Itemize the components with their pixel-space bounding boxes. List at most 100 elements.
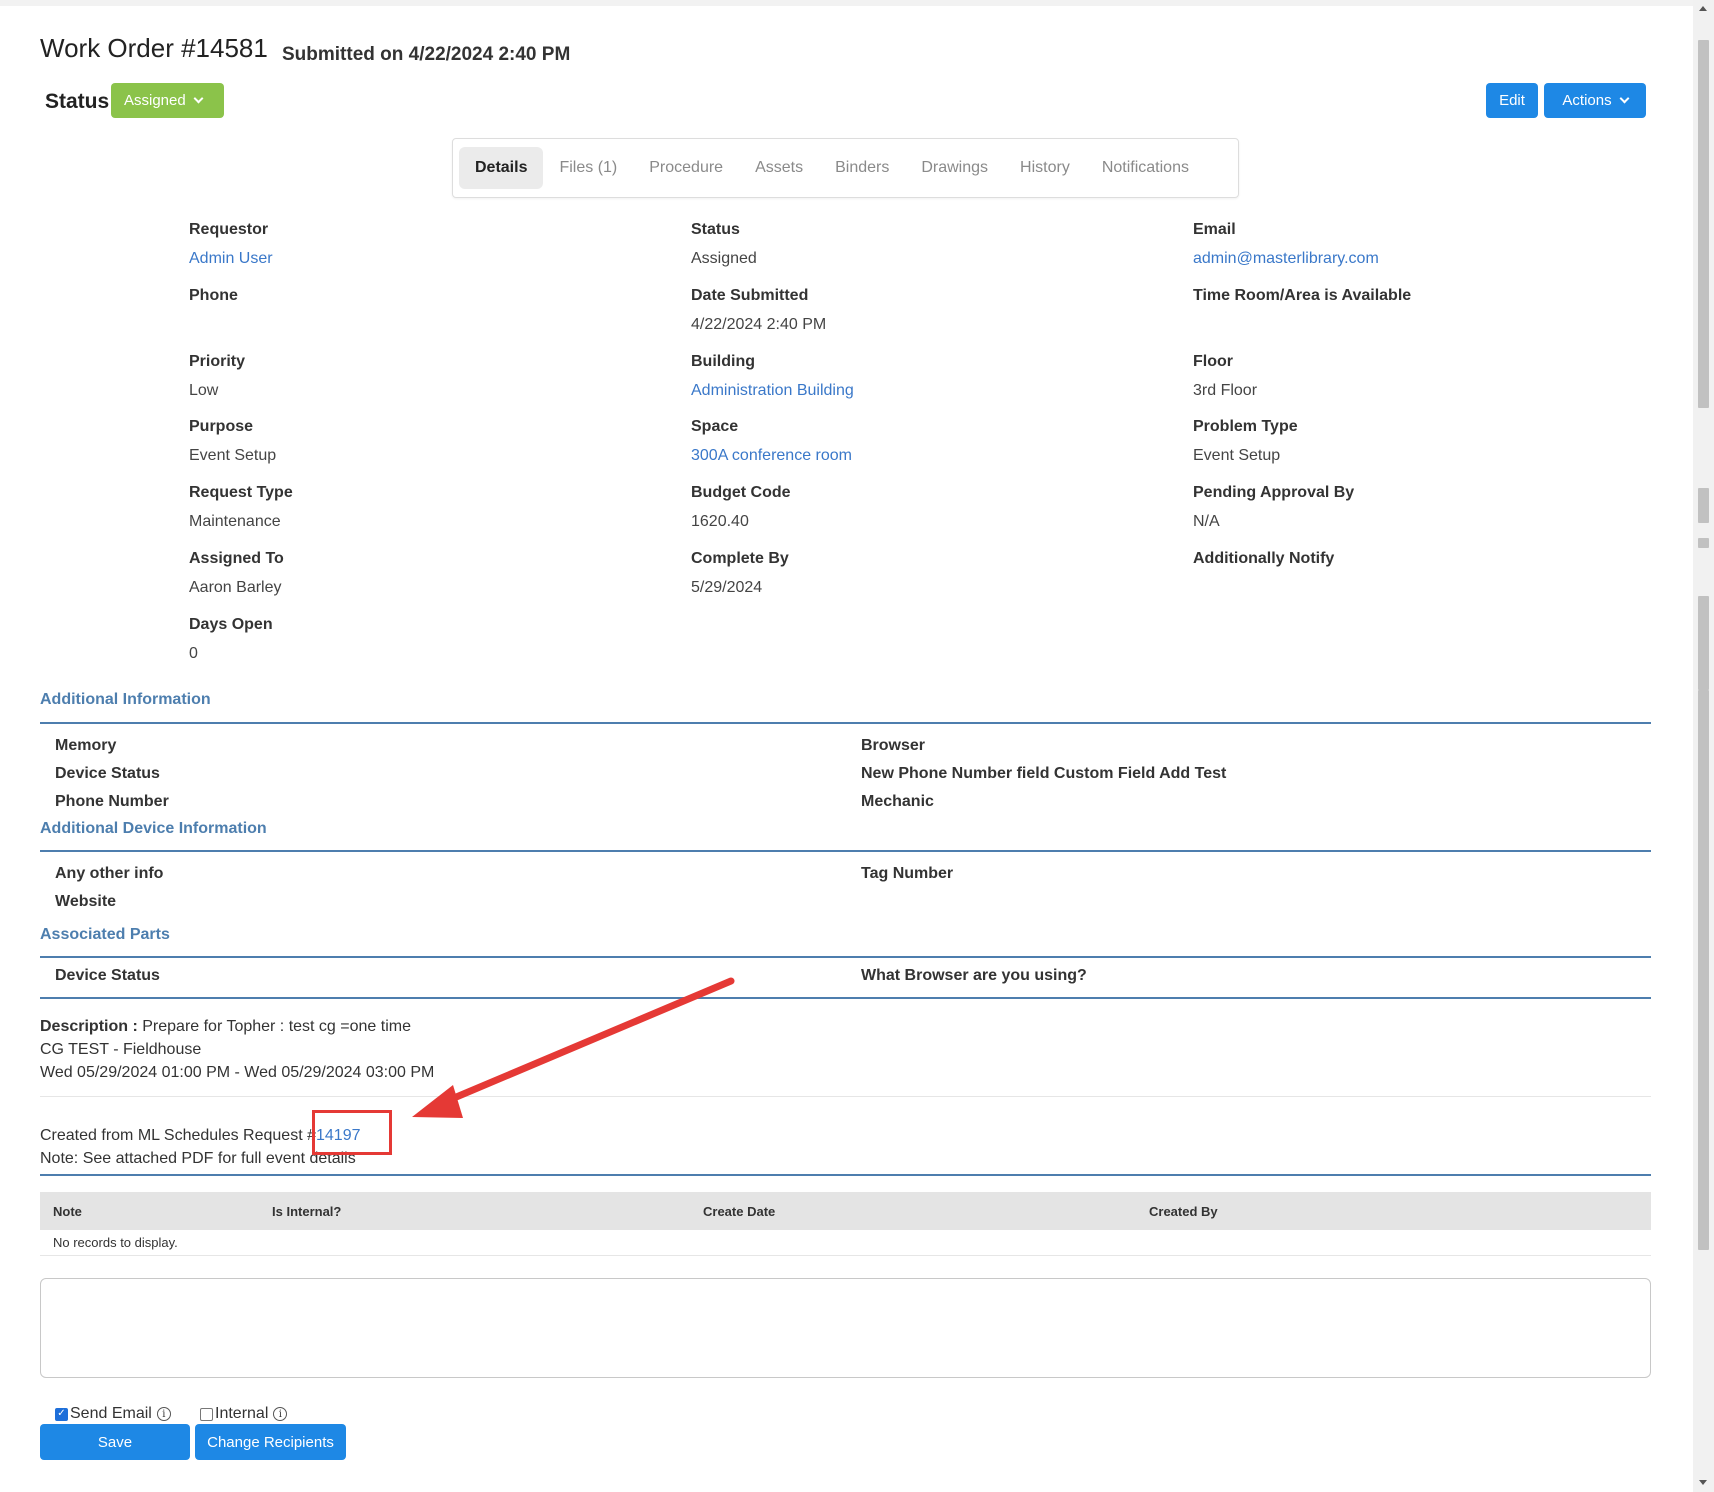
- tab-procedure[interactable]: Procedure: [633, 147, 739, 189]
- actions-button[interactable]: Actions: [1544, 83, 1646, 118]
- tab-notifications[interactable]: Notifications: [1086, 147, 1205, 189]
- chevron-down-icon: [1619, 93, 1630, 104]
- section-divider: [40, 997, 1651, 999]
- field-purpose: Purpose Event Setup: [189, 418, 276, 465]
- scrollbar-thumb-segment: [1698, 488, 1709, 523]
- field-additionally-notify: Additionally Notify: [1193, 550, 1334, 568]
- chevron-down-icon: [193, 93, 204, 104]
- change-recipients-button-label: Change Recipients: [207, 1433, 334, 1451]
- submitted-date: Submitted on 4/22/2024 2:40 PM: [282, 44, 571, 65]
- custom-field-label: Browser: [861, 737, 926, 754]
- column-header-created-by[interactable]: Created By: [1149, 1204, 1218, 1219]
- field-time-available: Time Room/Area is Available: [1193, 287, 1411, 305]
- field-value: 3rd Floor: [1193, 382, 1258, 399]
- field-value: Low: [189, 382, 219, 399]
- field-requestor: Requestor Admin User: [189, 221, 273, 268]
- checkbox-checked-icon[interactable]: ✓: [55, 1407, 68, 1421]
- tab-details[interactable]: Details: [459, 147, 544, 189]
- page-title: Work Order #14581: [40, 33, 268, 63]
- field-value: 1620.40: [691, 513, 749, 530]
- send-email-checkbox[interactable]: ✓ Send Email i: [55, 1405, 171, 1423]
- section-additional-device-information: Additional Device Information: [40, 820, 267, 837]
- field-value: 4/22/2024 2:40 PM: [691, 316, 827, 333]
- edit-button[interactable]: Edit: [1486, 83, 1538, 118]
- save-button[interactable]: Save: [40, 1424, 190, 1460]
- field-problem-type: Problem Type Event Setup: [1193, 418, 1298, 465]
- vertical-scrollbar[interactable]: [1693, 0, 1714, 1492]
- custom-field-label: Tag Number: [861, 865, 954, 882]
- change-recipients-button[interactable]: Change Recipients: [195, 1424, 346, 1460]
- email-link[interactable]: admin@masterlibrary.com: [1193, 250, 1379, 268]
- field-label: Phone: [189, 287, 238, 304]
- tab-assets[interactable]: Assets: [739, 147, 819, 189]
- tab-bar: Details Files (1) Procedure Assets Binde…: [452, 138, 1239, 198]
- description-label: Description :: [40, 1018, 138, 1035]
- scrollbar-thumb[interactable]: [1698, 40, 1709, 408]
- custom-field-label: Memory: [55, 737, 117, 754]
- field-priority: Priority Low: [189, 353, 245, 400]
- custom-field-label: New Phone Number field Custom Field Add …: [861, 765, 1227, 782]
- divider: [40, 1255, 1651, 1256]
- field-label: Floor: [1193, 353, 1233, 370]
- field-days-open: Days Open 0: [189, 616, 273, 663]
- custom-field-label: Any other info: [55, 865, 164, 882]
- empty-grid-message: No records to display.: [53, 1235, 178, 1250]
- field-phone: Phone: [189, 287, 238, 305]
- column-header-is-internal[interactable]: Is Internal?: [272, 1204, 341, 1219]
- space-link[interactable]: 300A conference room: [691, 447, 852, 465]
- tab-drawings[interactable]: Drawings: [905, 147, 1004, 189]
- note-textarea[interactable]: [40, 1278, 1651, 1378]
- building-link[interactable]: Administration Building: [691, 382, 854, 400]
- work-order-page: Work Order #14581 Submitted on 4/22/2024…: [0, 6, 1693, 1492]
- field-label: Space: [691, 418, 739, 435]
- field-label: Assigned To: [189, 550, 284, 567]
- description-text: Prepare for Topher : test cg =one time: [137, 1018, 411, 1035]
- field-floor: Floor 3rd Floor: [1193, 353, 1257, 400]
- section-associated-parts: Associated Parts: [40, 926, 170, 943]
- tab-history[interactable]: History: [1004, 147, 1086, 189]
- tab-files[interactable]: Files (1): [543, 147, 633, 189]
- field-label: Request Type: [189, 484, 293, 501]
- field-label: Priority: [189, 353, 246, 370]
- info-icon[interactable]: i: [273, 1407, 288, 1421]
- requestor-link[interactable]: Admin User: [189, 250, 273, 268]
- field-label: Status: [691, 221, 740, 238]
- field-label: Problem Type: [1193, 418, 1298, 435]
- column-header-note[interactable]: Note: [53, 1204, 82, 1219]
- section-divider: [40, 722, 1651, 724]
- field-value: 5/29/2024: [691, 579, 763, 596]
- custom-field-label: What Browser are you using?: [861, 967, 1087, 984]
- field-label: Requestor: [189, 221, 269, 238]
- custom-field-label: Website: [55, 893, 117, 910]
- field-label: Budget Code: [691, 484, 791, 501]
- field-label: Complete By: [691, 550, 789, 567]
- field-label: Additionally Notify: [1193, 550, 1335, 567]
- field-label: Building: [691, 353, 755, 370]
- save-button-label: Save: [97, 1433, 133, 1451]
- actions-button-label: Actions: [1562, 92, 1612, 109]
- section-divider: [40, 1174, 1651, 1176]
- custom-field-label: Phone Number: [55, 793, 169, 810]
- notes-grid-header: Note Is Internal? Create Date Created By: [40, 1192, 1651, 1230]
- checkbox-unchecked-icon[interactable]: [200, 1407, 213, 1421]
- column-header-create-date[interactable]: Create Date: [703, 1204, 775, 1219]
- field-label: Purpose: [189, 418, 254, 435]
- field-value: Event Setup: [189, 447, 277, 464]
- field-label: Days Open: [189, 616, 273, 633]
- scroll-up-arrow-icon[interactable]: [1699, 6, 1707, 11]
- field-assigned-to: Assigned To Aaron Barley: [189, 550, 284, 597]
- field-status: Status Assigned: [691, 221, 757, 268]
- field-label: Email: [1193, 221, 1236, 238]
- status-dropdown[interactable]: Assigned: [111, 83, 224, 118]
- tab-binders[interactable]: Binders: [819, 147, 905, 189]
- internal-checkbox[interactable]: Internal i: [200, 1405, 288, 1423]
- scroll-down-arrow-icon[interactable]: [1699, 1480, 1707, 1485]
- divider: [40, 1096, 1651, 1097]
- scrollbar-thumb-segment: [1698, 596, 1709, 690]
- info-icon[interactable]: i: [156, 1407, 171, 1421]
- custom-field-label: Device Status: [55, 765, 160, 782]
- section-additional-information: Additional Information: [40, 691, 211, 708]
- field-pending-approval: Pending Approval By N/A: [1193, 484, 1354, 531]
- description-text: CG TEST - Fieldhouse: [40, 1041, 202, 1058]
- description-text: Wed 05/29/2024 01:00 PM - Wed 05/29/2024…: [40, 1064, 435, 1081]
